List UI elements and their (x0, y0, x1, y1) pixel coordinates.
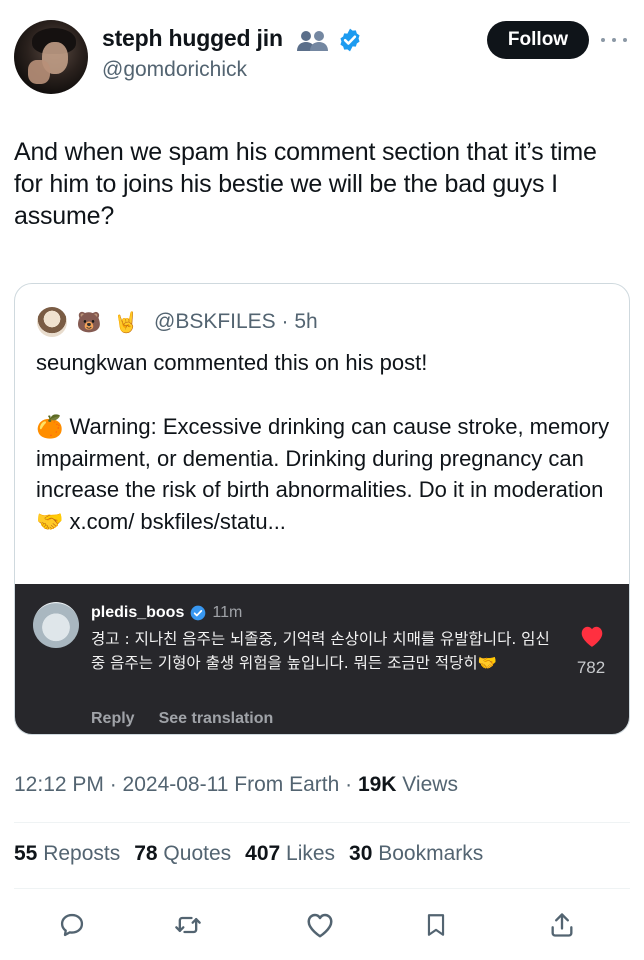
tweet-header: steph hugged jin @gomdorichick Follow (0, 0, 644, 110)
rock-hand-emoji-icon: 🤘 (113, 311, 139, 334)
likes-count: 407 (245, 842, 281, 865)
quoted-tweet-header: 🐻 🤘 @BSKFILES · 5h (37, 306, 318, 338)
comment-screenshot: pledis_boos 11m 경고 : 지나친 음주는 뇌졸중, 기억력 손상… (15, 584, 629, 734)
reposts-label: Reposts (37, 842, 121, 865)
repost-icon[interactable] (168, 905, 208, 945)
more-dot (623, 38, 627, 42)
divider (14, 888, 630, 889)
reposts-count: 55 (14, 842, 38, 865)
likes-stat[interactable]: 407 Likes (245, 842, 335, 866)
quotes-stat[interactable]: 78 Quotes (134, 842, 231, 866)
author-avatar[interactable] (14, 20, 88, 94)
comment-translate-link: See translation (158, 710, 274, 727)
commenter-username: pledis_boos (91, 604, 185, 621)
comment-time: 11m (212, 604, 243, 621)
warning-text: Warning: Excessive drinking can cause st… (36, 414, 610, 502)
verified-badge-icon (191, 605, 206, 621)
bookmarks-stat[interactable]: 30 Bookmarks (349, 842, 483, 866)
orange-emoji-icon: 🍊 (36, 414, 64, 439)
comment-like-count: 782 (576, 658, 606, 677)
heart-icon (581, 626, 603, 647)
comment-reply-link: Reply (91, 710, 135, 727)
author-display-name[interactable]: steph hugged jin (102, 25, 283, 52)
tweet-timestamp[interactable]: 12:12 PM · 2024-08-11 From Earth · (14, 773, 358, 796)
verified-badge-icon (340, 28, 360, 52)
tweet-action-bar (0, 905, 644, 949)
bear-emoji-icon: 🐻 (76, 311, 102, 334)
share-icon[interactable] (542, 905, 582, 945)
commenter-avatar (33, 602, 79, 648)
quotes-count: 78 (134, 842, 158, 865)
quoted-tweet-line1: seungkwan commented this on his post! (36, 350, 428, 375)
reposts-stat[interactable]: 55 Reposts (14, 842, 120, 866)
follow-button[interactable]: Follow (487, 21, 589, 59)
quoted-tweet-card[interactable]: 🐻 🤘 @BSKFILES · 5h seungkwan commented t… (14, 283, 630, 735)
divider (14, 822, 630, 823)
quoted-author-avatar (37, 307, 67, 337)
like-icon[interactable] (300, 905, 340, 945)
commenter-name-row: pledis_boos 11m (91, 604, 242, 622)
reply-icon[interactable] (52, 905, 92, 945)
tweet-stats: 55 Reposts 78 Quotes 407 Likes 30 Bookma… (14, 842, 483, 866)
quoted-link[interactable]: x.com/ bskfiles/statu... (63, 509, 286, 534)
bookmark-icon[interactable] (416, 905, 456, 945)
comment-text: 경고 : 지나친 음주는 뇌졸중, 기억력 손상이나 치매를 유발합니다. 임신… (91, 630, 550, 672)
quoted-tweet-warning: 🍊 Warning: Excessive drinking can cause … (36, 411, 616, 537)
people-silhouette-icon (297, 31, 328, 51)
tweet-text: And when we spam his comment section tha… (14, 138, 597, 230)
more-dot (612, 38, 616, 42)
bookmarks-label: Bookmarks (372, 842, 484, 865)
handshake-emoji-icon: 🤝 (36, 508, 64, 534)
more-dot (601, 38, 605, 42)
more-options-icon[interactable] (601, 30, 627, 50)
avatar-hand (28, 60, 50, 84)
quoted-author-handle[interactable]: @BSKFILES · 5h (154, 310, 318, 334)
author-handle[interactable]: @gomdorichick (102, 58, 247, 82)
bookmarks-count: 30 (349, 842, 373, 865)
views-count: 19K (357, 773, 397, 796)
comment-actions: Reply See translation (91, 710, 273, 728)
likes-label: Likes (280, 842, 336, 865)
quotes-label: Quotes (157, 842, 232, 865)
tweet-meta: 12:12 PM · 2024-08-11 From Earth · 19K V… (14, 773, 458, 797)
views-label: Views (396, 773, 458, 796)
